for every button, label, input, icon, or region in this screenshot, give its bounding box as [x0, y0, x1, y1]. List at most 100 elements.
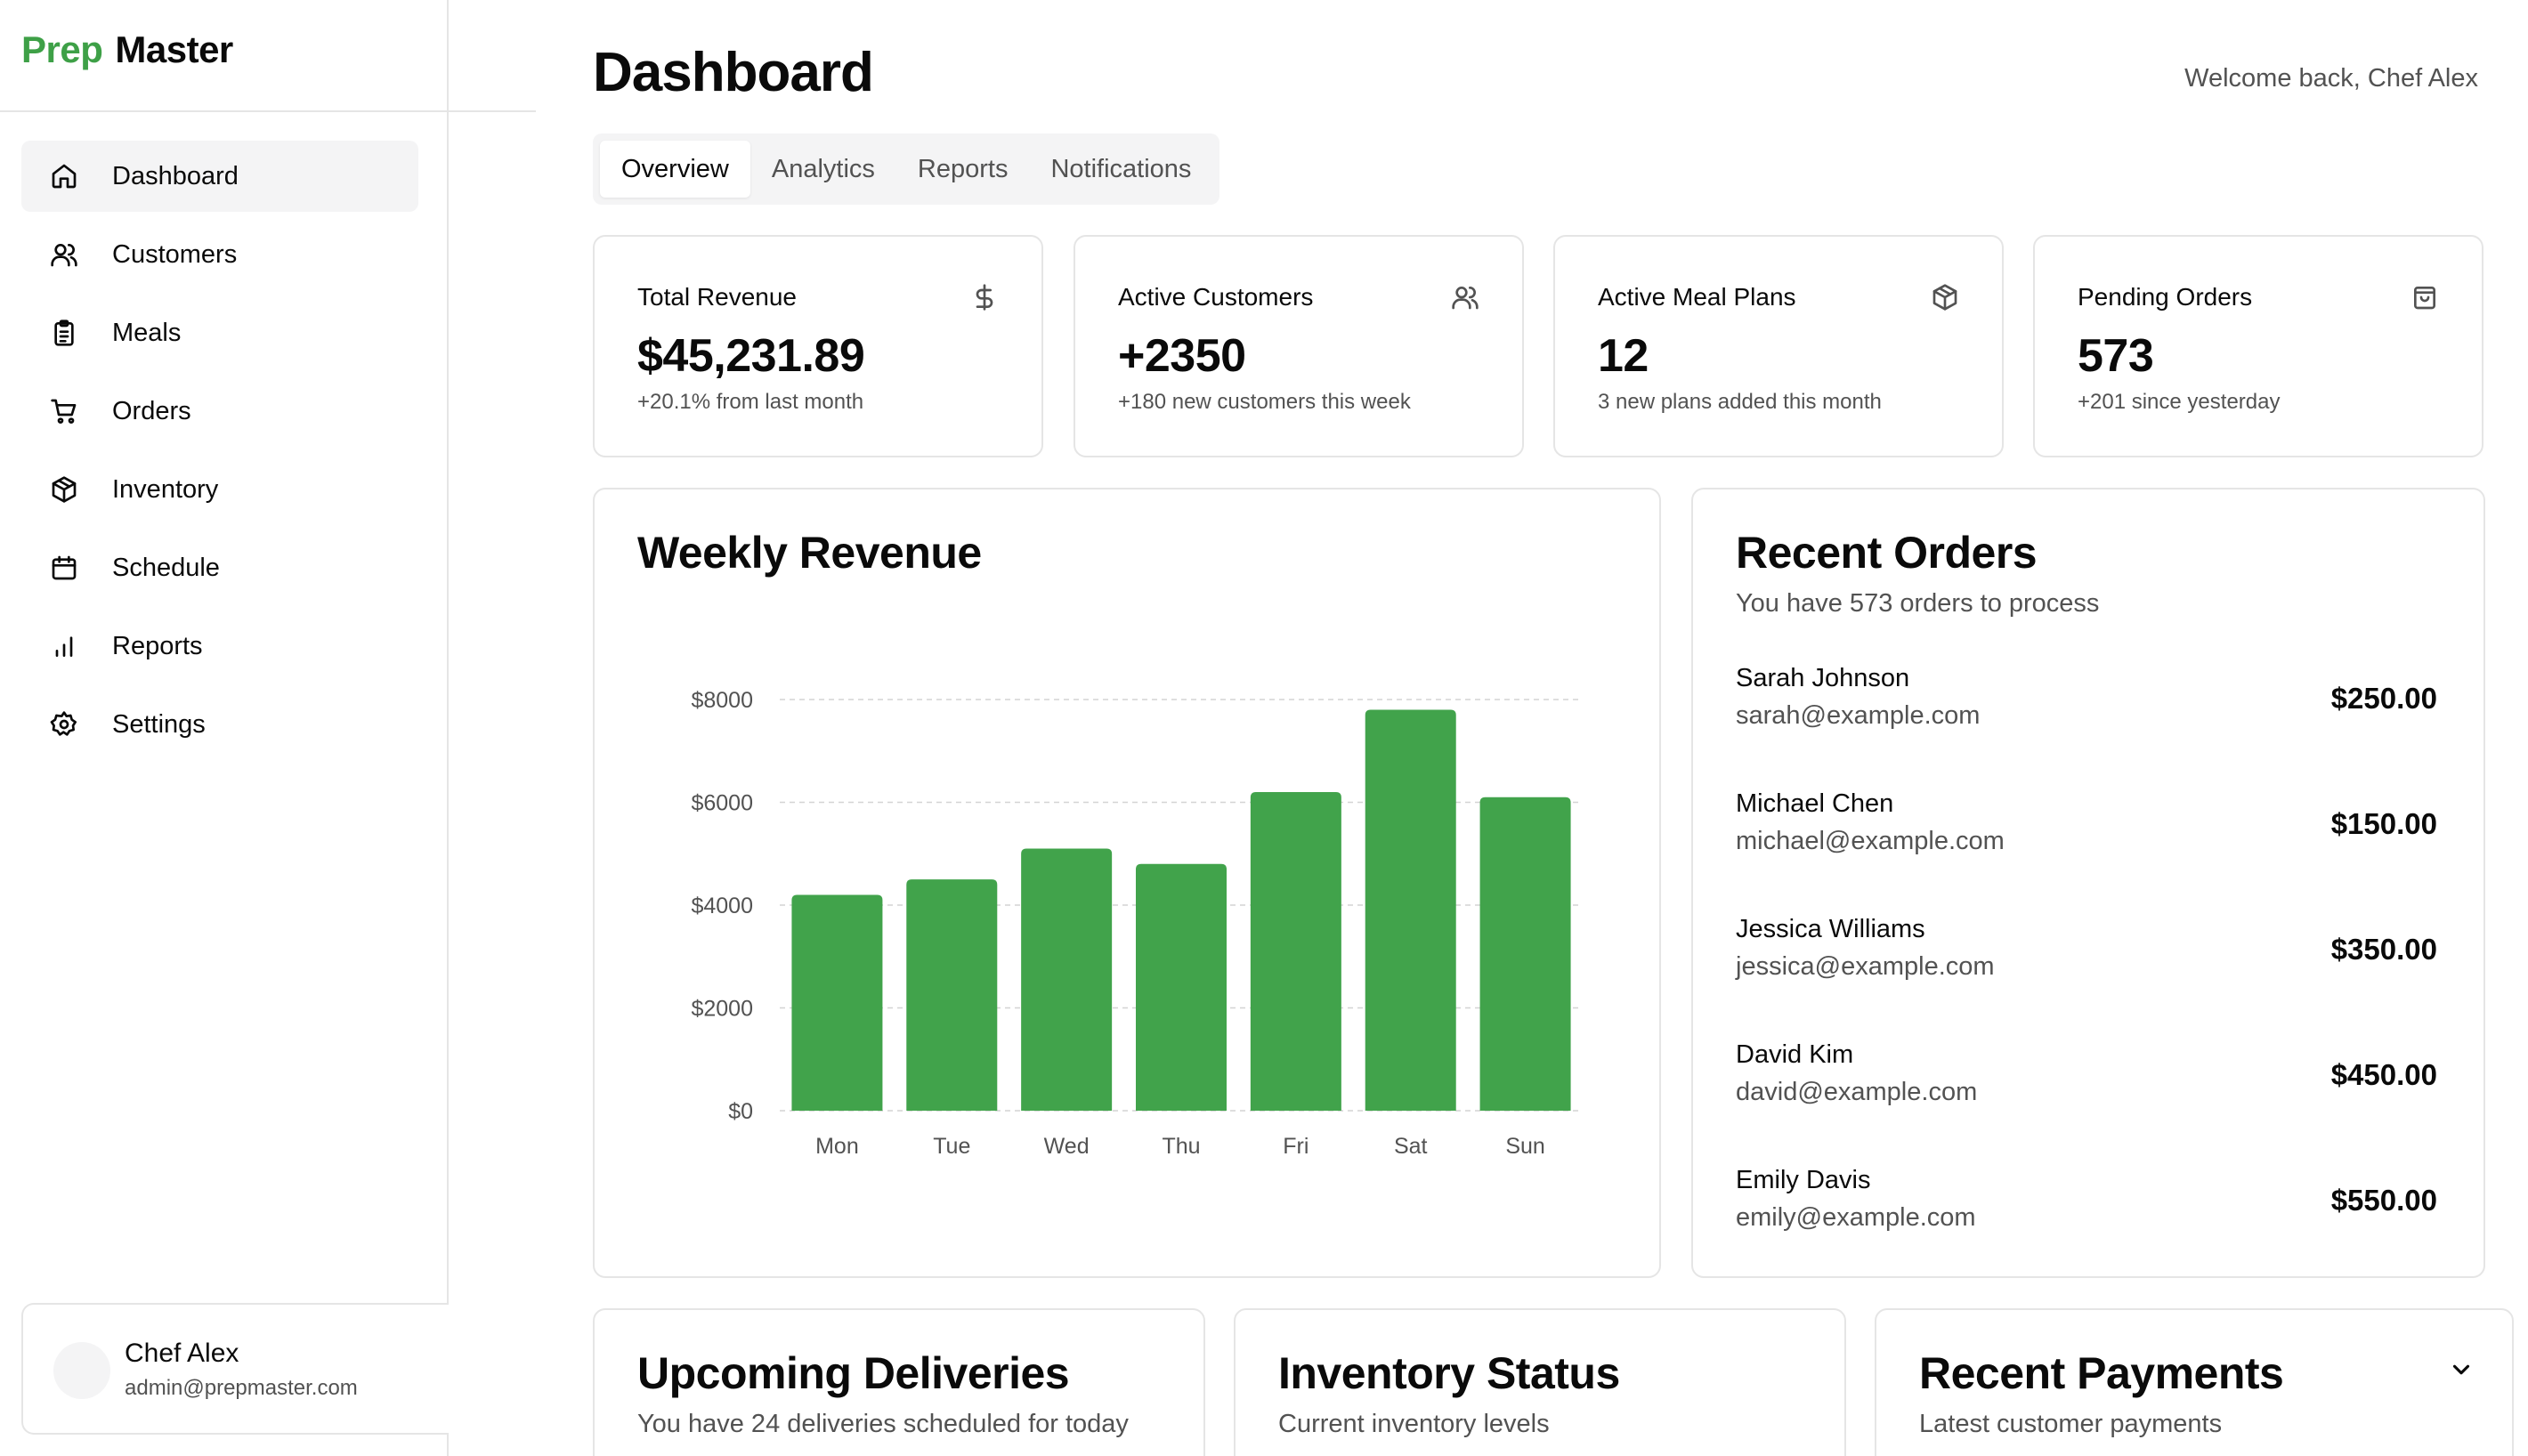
sidebar-item-customers[interactable]: Customers — [21, 219, 418, 290]
bar-thu[interactable] — [1136, 863, 1227, 1111]
stat-value: $45,231.89 — [637, 330, 865, 382]
stat-title: Active Customers — [1118, 283, 1314, 311]
card-title: Weekly Revenue — [637, 528, 982, 578]
logo-prefix: Prep — [21, 28, 103, 70]
shopping-bag-icon — [2411, 283, 2439, 311]
y-tick-label: $8000 — [691, 688, 753, 713]
card-subtitle: Latest customer payments — [1919, 1410, 2223, 1438]
stat-card-customers: Active Customers +2350 +180 new customer… — [1074, 235, 1524, 457]
card-title: Recent Payments — [1919, 1348, 2284, 1398]
sidebar-item-dashboard[interactable]: Dashboard — [21, 141, 418, 212]
sidebar-item-label: Dashboard — [112, 161, 239, 190]
stat-value: 12 — [1598, 330, 1649, 382]
stat-subtext: +20.1% from last month — [637, 390, 864, 414]
gear-icon — [50, 710, 78, 739]
y-tick-label: $4000 — [691, 894, 753, 918]
sidebar-item-label: Inventory — [112, 474, 219, 504]
logo[interactable]: Prep Master — [21, 28, 233, 71]
order-customer-name: Jessica Williams — [1736, 915, 1925, 943]
logo-name: Master — [115, 28, 233, 70]
x-tick-label: Sun — [1505, 1134, 1544, 1159]
order-customer-name: Sarah Johnson — [1736, 664, 1910, 692]
package-icon — [50, 475, 78, 504]
bar-fri[interactable] — [1250, 791, 1341, 1111]
sidebar-item-inventory[interactable]: Inventory — [21, 454, 418, 525]
stat-title: Pending Orders — [2078, 283, 2253, 311]
calendar-icon — [50, 554, 78, 582]
order-row[interactable]: Jessica Williams jessica@example.com $35… — [1736, 915, 2437, 1004]
sidebar-item-settings[interactable]: Settings — [21, 689, 418, 760]
stat-card-pending-orders: Pending Orders 573 +201 since yesterday — [2033, 235, 2483, 457]
cart-icon — [50, 397, 78, 425]
x-tick-label: Fri — [1283, 1134, 1309, 1159]
avatar — [53, 1342, 110, 1399]
user-name: Chef Alex — [125, 1339, 239, 1368]
stat-value: 573 — [2078, 330, 2154, 382]
stat-card-revenue: Total Revenue $45,231.89 +20.1% from las… — [593, 235, 1043, 457]
y-tick-label: $2000 — [691, 997, 753, 1022]
bar-mon[interactable] — [791, 894, 883, 1111]
clipboard-icon — [50, 319, 78, 347]
sidebar-nav: Dashboard Customers Meals Orders Invento… — [21, 141, 418, 767]
users-icon — [50, 240, 78, 269]
sidebar-item-label: Orders — [112, 396, 191, 425]
sidebar-item-meals[interactable]: Meals — [21, 297, 418, 368]
order-customer-email: michael@example.com — [1736, 827, 2005, 855]
order-row[interactable]: Michael Chen michael@example.com $150.00 — [1736, 789, 2437, 878]
sidebar-item-label: Meals — [112, 318, 182, 347]
stat-subtext: 3 new plans added this month — [1598, 390, 1882, 414]
welcome-text: Welcome back, Chef Alex — [2184, 64, 2478, 93]
page-title: Dashboard — [593, 42, 874, 103]
order-amount: $350.00 — [2330, 933, 2437, 966]
card-subtitle: Current inventory levels — [1278, 1410, 1550, 1438]
user-email: admin@prepmaster.com — [125, 1376, 358, 1400]
sidebar-item-label: Schedule — [112, 553, 220, 582]
stat-card-meal-plans: Active Meal Plans 12 3 new plans added t… — [1553, 235, 2004, 457]
chevron-down-icon[interactable] — [2448, 1356, 2475, 1383]
card-subtitle: You have 573 orders to process — [1736, 589, 2100, 618]
x-tick-label: Wed — [1044, 1134, 1090, 1159]
app: Prep Master Dashboard Customers Meals Or… — [0, 0, 2528, 1456]
sidebar-item-reports[interactable]: Reports — [21, 611, 418, 682]
weekly-revenue-card: Weekly Revenue $0 $2000 $4000 $6000 $8000 Mon… — [593, 488, 1661, 1278]
y-tick-label: $0 — [728, 1099, 753, 1124]
sidebar-item-label: Customers — [112, 239, 238, 269]
bar-chart-icon — [50, 632, 78, 660]
inventory-status-card: Inventory Status Current inventory level… — [1234, 1308, 1846, 1456]
sidebar-item-label: Settings — [112, 709, 206, 739]
tab-list: Overview Analytics Reports Notifications — [593, 133, 1220, 205]
upcoming-deliveries-card: Upcoming Deliveries You have 24 deliveri… — [593, 1308, 1205, 1456]
order-amount: $250.00 — [2330, 682, 2437, 715]
order-row[interactable]: Emily Davis emily@example.com $550.00 — [1736, 1166, 2437, 1255]
users-icon — [1451, 283, 1479, 311]
recent-payments-card: Recent Payments Latest customer payments — [1875, 1308, 2514, 1456]
sidebar-item-schedule[interactable]: Schedule — [21, 532, 418, 603]
bar-sun[interactable] — [1479, 797, 1571, 1111]
package-icon — [1931, 283, 1959, 311]
order-customer-name: Emily Davis — [1736, 1166, 1871, 1194]
tab-overview[interactable]: Overview — [600, 141, 750, 198]
order-amount: $450.00 — [2330, 1058, 2437, 1091]
bar-wed[interactable] — [1021, 848, 1113, 1111]
sidebar-item-orders[interactable]: Orders — [21, 376, 418, 447]
logo-row: Prep Master — [0, 0, 536, 112]
stat-subtext: +201 since yesterday — [2078, 390, 2281, 414]
tab-notifications[interactable]: Notifications — [1029, 141, 1212, 198]
stat-title: Total Revenue — [637, 283, 798, 311]
home-icon — [50, 162, 78, 190]
x-tick-label: Sat — [1394, 1134, 1428, 1159]
tab-reports[interactable]: Reports — [896, 141, 1030, 198]
order-row[interactable]: Sarah Johnson sarah@example.com $250.00 — [1736, 664, 2437, 753]
card-title: Upcoming Deliveries — [637, 1348, 1070, 1398]
recent-orders-card: Recent Orders You have 573 orders to pro… — [1691, 488, 2485, 1278]
user-profile[interactable]: Chef Alex admin@prepmaster.com — [21, 1303, 449, 1435]
stat-title: Active Meal Plans — [1598, 283, 1796, 311]
x-tick-label: Mon — [815, 1134, 859, 1159]
tab-analytics[interactable]: Analytics — [750, 141, 896, 198]
bar-tue[interactable] — [906, 879, 998, 1111]
bar-sat[interactable] — [1365, 709, 1456, 1111]
order-customer-name: Michael Chen — [1736, 789, 1894, 818]
stat-value: +2350 — [1118, 330, 1246, 382]
order-row[interactable]: David Kim david@example.com $450.00 — [1736, 1040, 2437, 1129]
dollar-icon — [970, 283, 999, 311]
